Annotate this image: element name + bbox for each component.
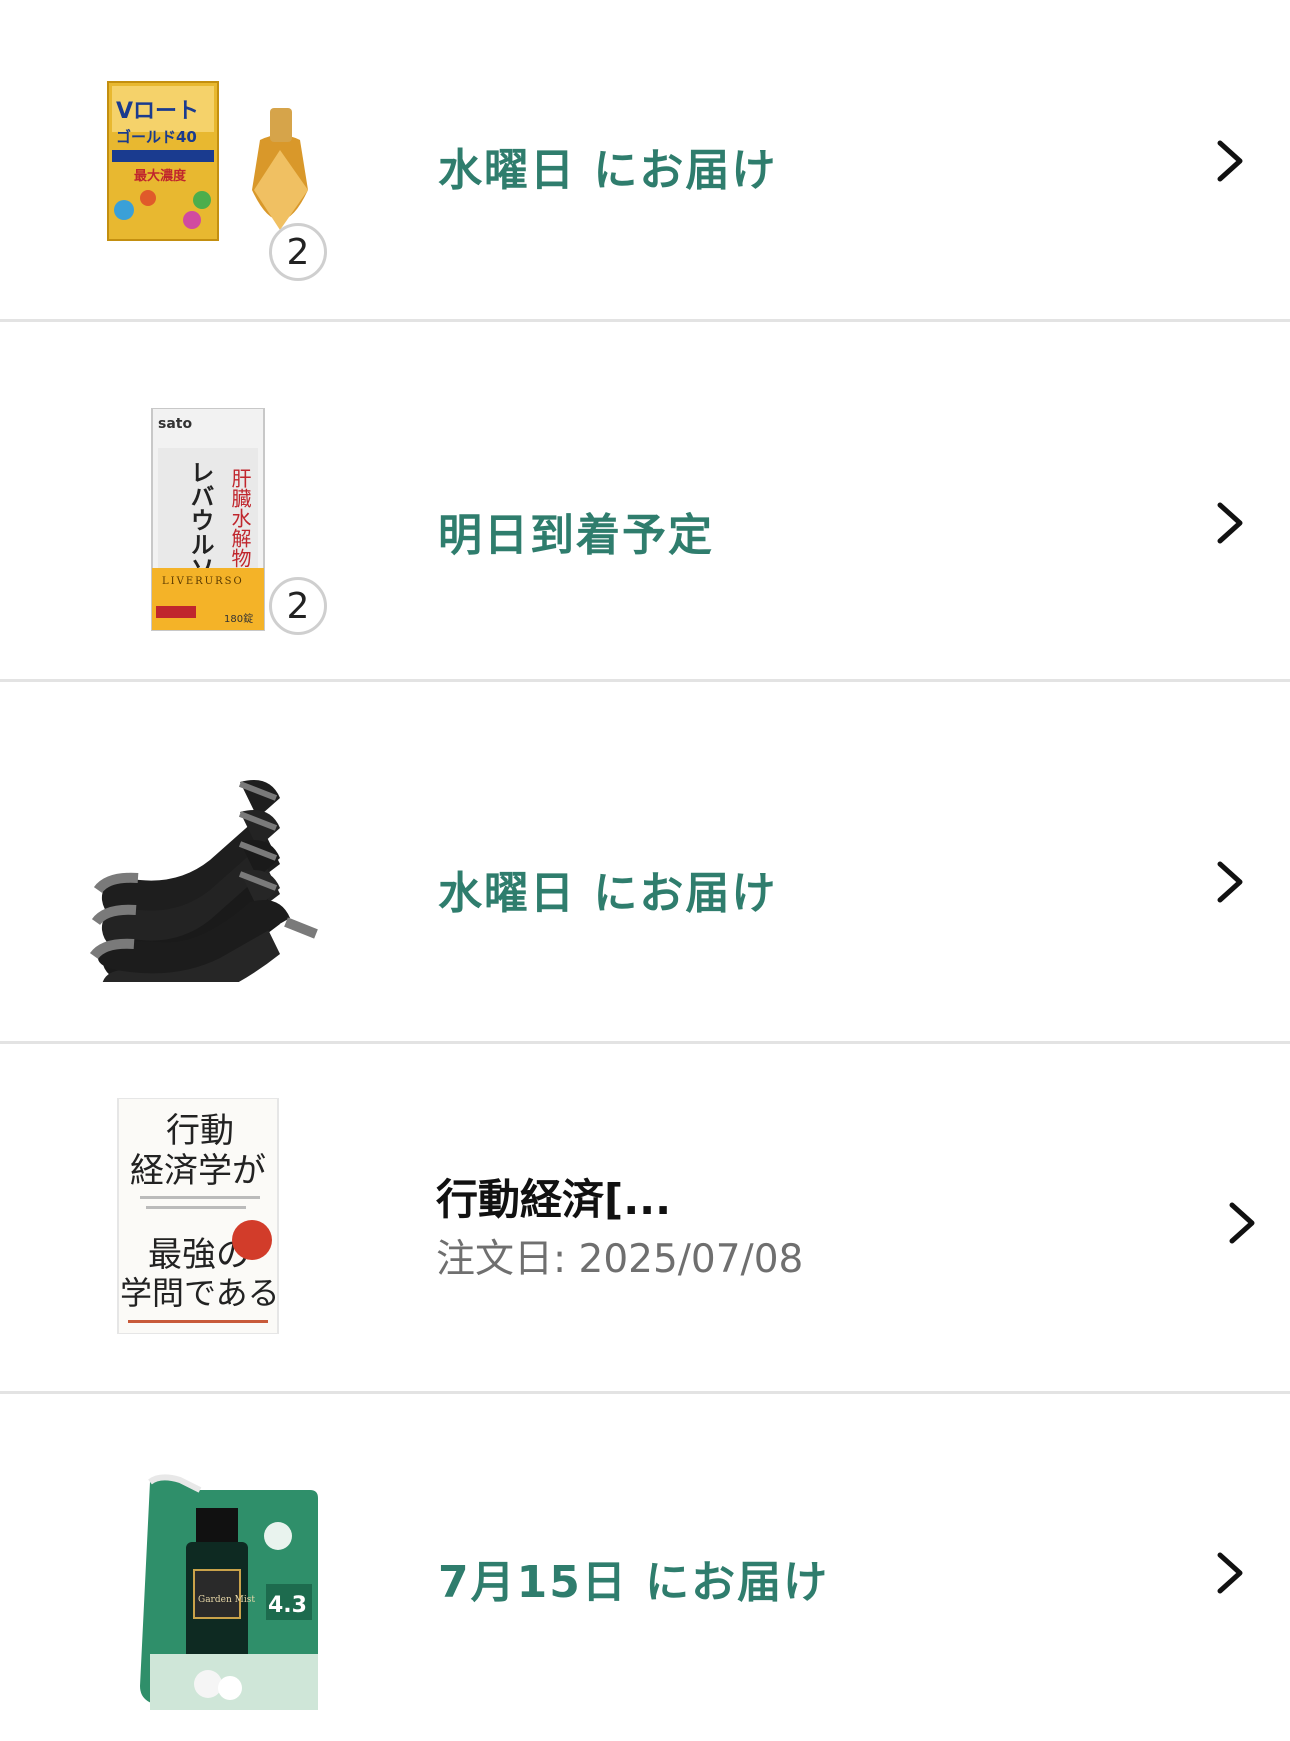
- product-thumbnail: 行動 経済学が 最強の 学問である: [90, 1097, 340, 1335]
- order-date: 注文日: 2025/07/08: [436, 1237, 804, 1282]
- chevron-right-icon: [1217, 861, 1243, 903]
- eye-name-text: ゴールド40: [116, 128, 197, 146]
- product-title: 行動経済[...: [436, 1175, 672, 1224]
- liver-name-text: レバウルソ: [186, 460, 214, 580]
- order-list: Vロート ゴールド40 最大濃度 2 水曜日 にお届け sato 肝臓水解物 レ…: [0, 0, 1290, 1741]
- liver-count-text: 180錠: [224, 612, 253, 625]
- quantity-badge: 2: [269, 577, 327, 635]
- product-thumbnail: Vロート ゴールド40 最大濃度 2: [90, 70, 340, 290]
- book-title-line1: 行動: [166, 1111, 234, 1151]
- order-row[interactable]: 水曜日 にお届け: [0, 682, 1290, 1044]
- order-row[interactable]: Vロート ゴールド40 最大濃度 2 水曜日 にお届け: [0, 0, 1290, 322]
- book-title-line4: 学問である: [120, 1274, 280, 1312]
- book-product-icon: 行動 経済学が 最強の 学問である: [117, 1097, 280, 1335]
- sato-logo-text: sato: [158, 416, 192, 432]
- chevron-right-icon: [1229, 1202, 1255, 1244]
- eye-max-text: 最大濃度: [134, 168, 187, 184]
- chevron-right-icon: [1217, 140, 1243, 182]
- detergent-refill-product-icon: Garden Mist 4.3: [140, 1474, 318, 1710]
- chevron-right-icon: [1217, 1552, 1243, 1594]
- product-thumbnail: Garden Mist 4.3: [90, 1474, 340, 1710]
- order-row[interactable]: 行動 経済学が 最強の 学問である 行動経済[... 注文日: 2025/07/…: [0, 1044, 1290, 1394]
- delivery-status: 明日到着予定: [438, 510, 714, 561]
- order-row[interactable]: sato 肝臓水解物 レバウルソ LIVERURSO 180錠 2 明日到着予定: [0, 322, 1290, 682]
- liver-en-text: LIVERURSO: [162, 576, 244, 587]
- mist-name-text: Garden Mist: [198, 1595, 255, 1605]
- product-thumbnail: [89, 772, 340, 1013]
- product-thumbnail: sato 肝臓水解物 レバウルソ LIVERURSO 180錠 2: [90, 407, 340, 638]
- order-row[interactable]: Garden Mist 4.3 7月15日 にお届け: [0, 1394, 1290, 1741]
- chevron-right-icon: [1217, 502, 1243, 544]
- eye-brand-text: Vロート: [116, 99, 199, 124]
- book-title-line2: 経済学が: [130, 1151, 266, 1191]
- delivery-status: 水曜日 にお届け: [438, 868, 778, 919]
- socks-product-icon: [89, 780, 318, 1013]
- delivery-status: 7月15日 にお届け: [438, 1557, 830, 1608]
- delivery-status: 水曜日 にお届け: [438, 145, 778, 196]
- liver-vertical-text: 肝臓水解物: [228, 468, 252, 568]
- mist-factor-text: 4.3: [268, 1593, 307, 1618]
- quantity-badge: 2: [269, 223, 327, 281]
